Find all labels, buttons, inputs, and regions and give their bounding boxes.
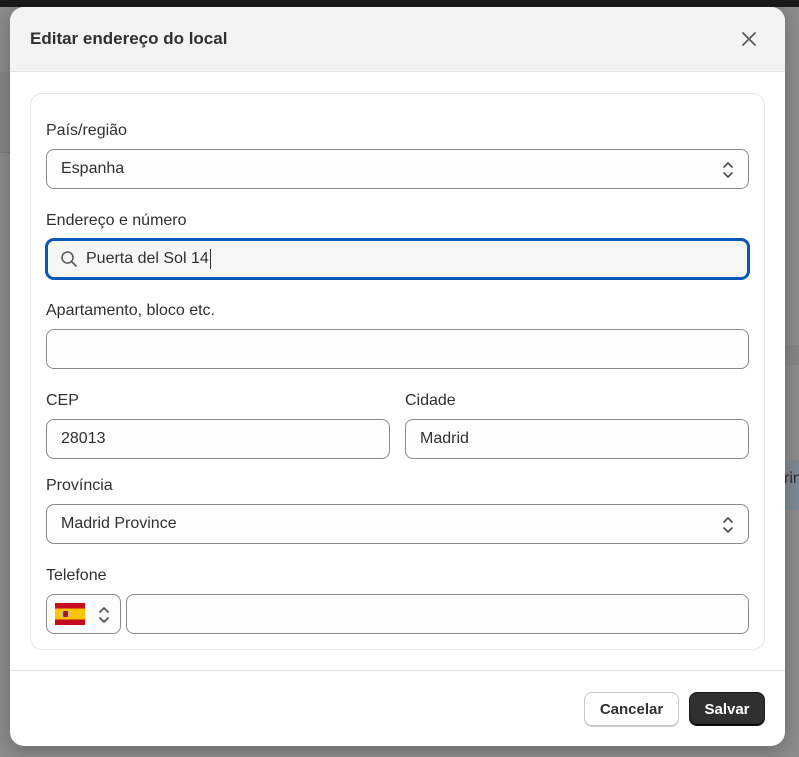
province-label: Província (46, 477, 113, 494)
chevron-up-down-icon (723, 162, 733, 178)
city-value: Madrid (420, 430, 469, 447)
close-icon (742, 32, 756, 46)
address-label: Endereço e número (46, 212, 187, 229)
dialog-footer: Cancelar Salvar (10, 670, 785, 746)
country-label: País/região (46, 122, 127, 139)
spain-flag-icon (55, 603, 85, 625)
apartment-input[interactable] (46, 329, 749, 369)
cancel-button[interactable]: Cancelar (584, 692, 679, 726)
close-button[interactable] (737, 27, 761, 51)
phone-input[interactable] (126, 594, 749, 634)
edit-location-address-dialog: Editar endereço do local País/região Esp… (10, 7, 785, 746)
apartment-label: Apartamento, bloco etc. (46, 302, 215, 319)
postal-code-value: 28013 (61, 430, 106, 447)
text-cursor (209, 249, 211, 269)
search-icon (60, 250, 78, 268)
dialog-title: Editar endereço do local (30, 29, 228, 48)
postal-code-input[interactable]: 28013 (46, 419, 390, 459)
province-value: Madrid Province (61, 515, 177, 532)
phone-label: Telefone (46, 567, 107, 584)
chevron-up-down-icon (99, 607, 109, 623)
save-button[interactable]: Salvar (689, 692, 765, 726)
background-divider (0, 152, 10, 153)
postal-code-label: CEP (46, 392, 79, 409)
background-panel (785, 345, 799, 365)
app-top-bar (0, 0, 799, 7)
phone-country-select[interactable] (46, 594, 121, 634)
country-value: Espanha (61, 160, 125, 177)
background-panel (0, 72, 10, 152)
chevron-up-down-icon (723, 517, 733, 533)
country-select[interactable]: Espanha (46, 149, 749, 189)
province-select[interactable]: Madrid Province (46, 504, 749, 544)
address-search-input[interactable]: Puerta del Sol 14 (46, 239, 749, 279)
background-partial-text: rin (784, 470, 799, 487)
city-label: Cidade (405, 392, 456, 409)
city-input[interactable]: Madrid (405, 419, 749, 459)
dialog-header: Editar endereço do local (10, 7, 785, 72)
address-value: Puerta del Sol 14 (86, 250, 209, 267)
address-form-card: País/região Espanha Endereço e número Pu… (30, 93, 765, 650)
